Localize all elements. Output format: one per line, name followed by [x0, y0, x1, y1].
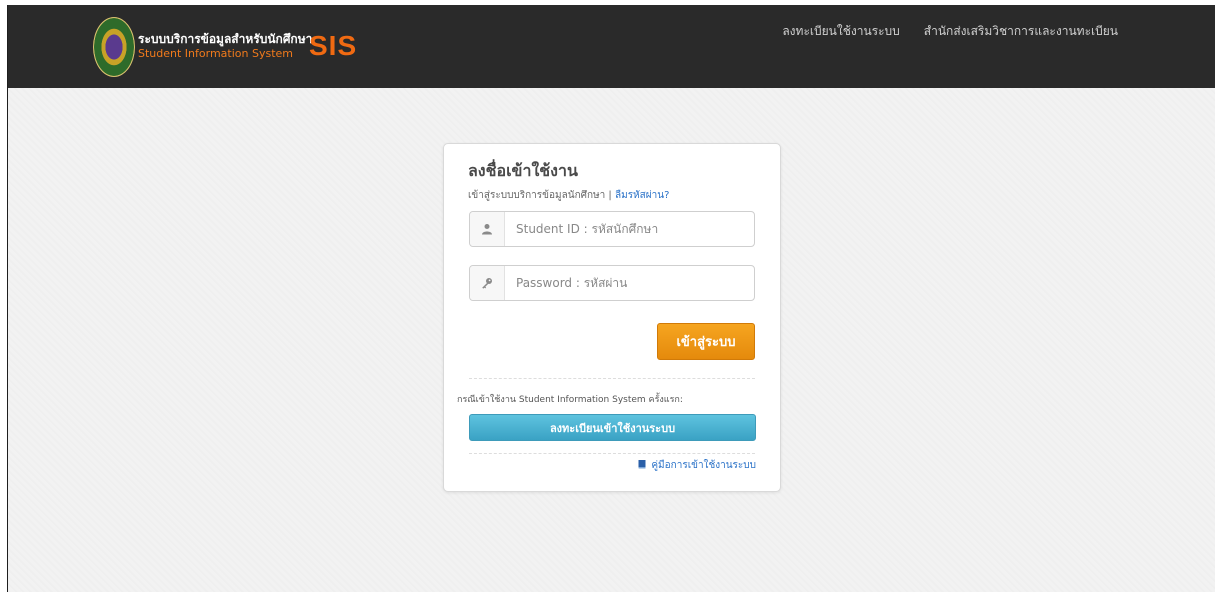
nav-registrar-office[interactable]: สำนักส่งเสริมวิชาการและงานทะเบียน [924, 22, 1118, 41]
login-subtitle: เข้าสู่ระบบบริการข้อมูลนักศึกษา | ลืมรหั… [468, 188, 669, 203]
divider [469, 378, 755, 379]
top-navbar: ระบบบริการข้อมูลสำหรับนักศึกษา Student I… [8, 5, 1215, 88]
logo-title-thai: ระบบบริการข้อมูลสำหรับนักศึกษา [138, 32, 313, 46]
user-icon [470, 212, 505, 246]
login-card: ลงชื่อเข้าใช้งาน เข้าสู่ระบบบริการข้อมูล… [443, 143, 781, 492]
logo-sis: SIS [309, 30, 358, 61]
key-icon [470, 266, 505, 300]
top-nav: ลงทะเบียนใช้งานระบบ สำนักส่งเสริมวิชาการ… [782, 22, 1118, 41]
password-field [469, 265, 755, 301]
user-manual-label: คู่มือการเข้าใช้งานระบบ [651, 460, 756, 471]
logo-title-english: Student Information System [138, 47, 293, 60]
login-subtitle-text: เข้าสู่ระบบบริการข้อมูลนักศึกษา | [468, 190, 612, 201]
password-input[interactable] [505, 266, 754, 300]
student-id-field [469, 211, 755, 247]
register-button[interactable]: ลงทะเบียนเข้าใช้งานระบบ [469, 414, 756, 441]
forgot-password-link[interactable]: ลืมรหัสผ่าน? [615, 190, 669, 201]
nav-register[interactable]: ลงทะเบียนใช้งานระบบ [782, 22, 899, 41]
student-id-input[interactable] [505, 212, 754, 246]
divider [469, 453, 755, 454]
user-manual-link[interactable]: คู่มือการเข้าใช้งานระบบ [637, 458, 756, 473]
first-time-note: กรณีเข้าใช้งาน Student Information Syste… [457, 395, 683, 405]
login-title: ลงชื่อเข้าใช้งาน [468, 161, 578, 180]
page-frame: ระบบบริการข้อมูลสำหรับนักศึกษา Student I… [7, 5, 1215, 592]
university-seal-logo [93, 17, 135, 77]
logo-text[interactable]: ระบบบริการข้อมูลสำหรับนักศึกษา Student I… [138, 33, 312, 59]
book-icon [637, 459, 647, 472]
login-button[interactable]: เข้าสู่ระบบ [657, 323, 755, 360]
